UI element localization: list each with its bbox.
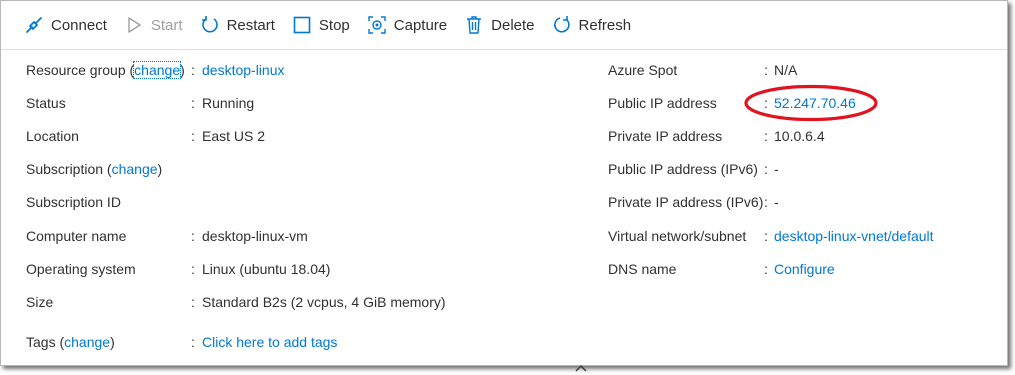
- size-label: Size: [26, 294, 54, 310]
- location-value: East US 2: [202, 128, 266, 144]
- refresh-label: Refresh: [578, 16, 632, 34]
- azure-spot-label: Azure Spot: [608, 62, 678, 78]
- size-value: Standard B2s (2 vcpus, 4 GiB memory): [202, 294, 446, 310]
- private-ipv6-value: -: [774, 194, 779, 210]
- subscription-change-link[interactable]: change: [112, 161, 158, 177]
- separator: :: [191, 334, 195, 350]
- dns-label: DNS name: [608, 261, 677, 277]
- connect-icon: [23, 14, 45, 36]
- resource-group-close-paren: ): [180, 62, 185, 78]
- tags-label: Tags (: [26, 334, 65, 350]
- separator: :: [191, 294, 195, 310]
- separator: :: [191, 228, 195, 244]
- public-ip-label: Public IP address: [608, 95, 717, 111]
- start-label: Start: [150, 16, 183, 34]
- private-ip-label: Private IP address: [608, 128, 723, 144]
- dns-configure-link[interactable]: Configure: [774, 261, 835, 277]
- subscription-label: Subscription (: [26, 161, 112, 177]
- refresh-icon: [551, 14, 573, 36]
- private-ipv6-label: Private IP address (IPv6): [608, 194, 764, 210]
- start-icon: [123, 14, 145, 36]
- status-value: Running: [202, 95, 255, 111]
- os-value: Linux (ubuntu 18.04): [202, 261, 331, 277]
- status-label: Status: [26, 95, 66, 111]
- refresh-button[interactable]: Refresh: [551, 14, 632, 36]
- resource-group-change-link[interactable]: change: [133, 61, 182, 79]
- computer-name-label: Computer name: [26, 228, 127, 244]
- tags-label-row: Tags (change): [26, 334, 115, 350]
- subscription-close-paren: ): [157, 161, 163, 177]
- connect-button[interactable]: Connect: [23, 14, 107, 36]
- resource-group-label: Resource group (: [26, 62, 135, 78]
- separator: :: [764, 228, 768, 244]
- public-ipv6-value: -: [774, 161, 779, 177]
- separator: :: [764, 128, 768, 144]
- subscription-label-row: Subscription (change): [26, 161, 162, 177]
- delete-label: Delete: [491, 16, 535, 34]
- separator: :: [764, 194, 768, 210]
- resource-group-label-row: Resource group (change): [26, 61, 185, 79]
- add-tags-link[interactable]: Click here to add tags: [202, 334, 337, 350]
- tags-close-paren: ): [110, 334, 115, 350]
- delete-icon: [463, 14, 485, 36]
- stop-label: Stop: [318, 16, 350, 34]
- command-bar: Connect Start Restart Stop Capture Delet…: [1, 1, 1007, 50]
- vnet-value[interactable]: desktop-linux-vnet/default: [774, 228, 934, 244]
- capture-label: Capture: [393, 16, 448, 34]
- tags-change-link[interactable]: change: [64, 334, 110, 350]
- computer-name-value: desktop-linux-vm: [202, 228, 308, 244]
- separator: :: [191, 95, 195, 111]
- public-ipv6-label: Public IP address (IPv6): [608, 161, 758, 177]
- restart-label: Restart: [226, 16, 275, 34]
- delete-button[interactable]: Delete: [463, 14, 535, 36]
- stop-button[interactable]: Stop: [291, 14, 350, 36]
- separator: :: [191, 261, 195, 277]
- subscription-id-label: Subscription ID: [26, 194, 121, 210]
- separator: :: [764, 261, 768, 277]
- separator: :: [191, 62, 195, 78]
- resource-group-value[interactable]: desktop-linux: [202, 62, 285, 78]
- vm-overview-panel: Connect Start Restart Stop Capture Delet…: [0, 0, 1008, 372]
- stop-icon: [291, 14, 313, 36]
- vnet-label: Virtual network/subnet: [608, 228, 747, 244]
- restart-icon: [199, 14, 221, 36]
- start-button[interactable]: Start: [123, 14, 183, 36]
- separator: :: [764, 95, 768, 111]
- connect-label: Connect: [51, 16, 107, 34]
- public-ip-value[interactable]: 52.247.70.46: [774, 95, 856, 111]
- azure-spot-value: N/A: [774, 62, 798, 78]
- capture-icon: [366, 14, 388, 36]
- separator: :: [191, 128, 195, 144]
- separator: :: [764, 161, 768, 177]
- capture-button[interactable]: Capture: [366, 14, 447, 36]
- location-label: Location: [26, 128, 79, 144]
- restart-button[interactable]: Restart: [199, 14, 275, 36]
- os-label: Operating system: [26, 261, 136, 277]
- separator: :: [764, 62, 768, 78]
- private-ip-value: 10.0.6.4: [774, 128, 825, 144]
